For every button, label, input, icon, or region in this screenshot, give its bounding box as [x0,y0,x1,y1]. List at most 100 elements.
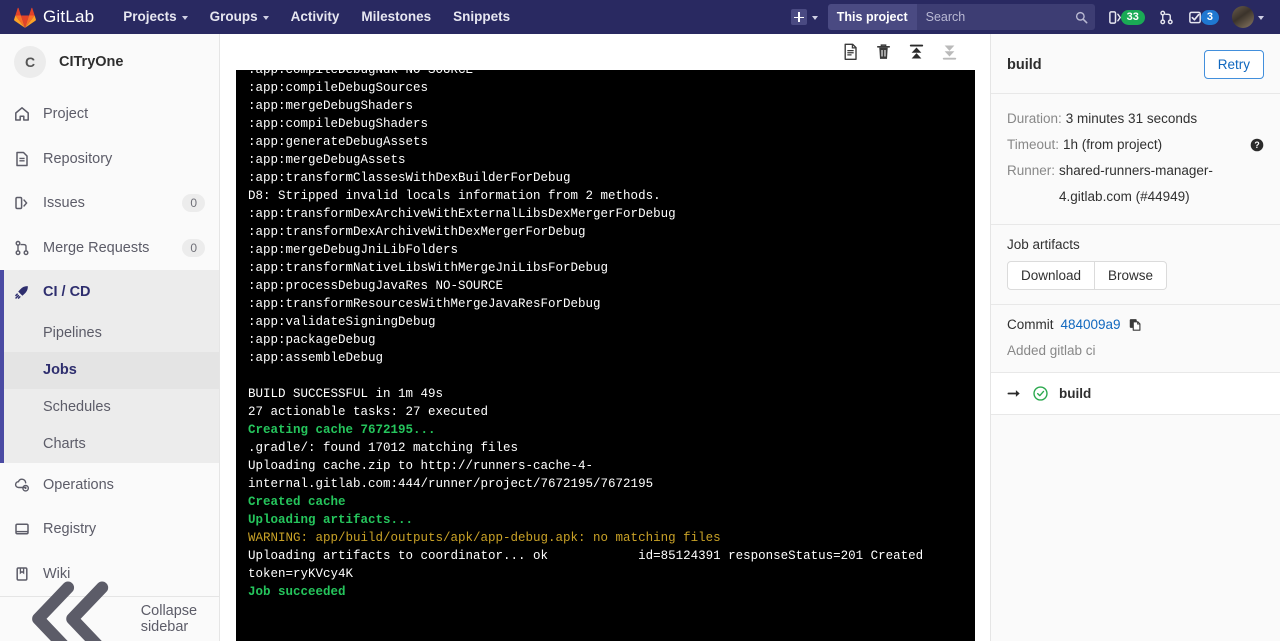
ci-cd-subnav: Pipelines Jobs Schedules Charts [0,314,219,463]
runner-label: Runner: [1007,163,1056,178]
duration-label: Duration: [1007,111,1062,126]
log-line: internal.gitlab.com:444/runner/project/7… [248,477,654,491]
job-list-item-name: build [1059,386,1092,401]
plus-icon [790,9,807,25]
top-navbar: GitLab Projects Groups Activity Mileston… [0,0,1280,34]
log-line: :app:transformResourcesWithMergeJavaResF… [248,297,601,311]
job-list-item[interactable]: build [991,373,1280,414]
gitlab-tanuki-logo [14,7,36,28]
log-line: .gradle/: found 17012 matching files [248,441,519,455]
svg-text:?: ? [1254,140,1259,150]
avatar [1232,6,1254,28]
chevron-down-icon [1258,16,1264,20]
log-line: WARNING: app/build/outputs/apk/app-debug… [248,531,721,545]
job-duration-row: Duration: 3 minutes 31 seconds [1007,106,1264,132]
sidebar-subitem-schedules[interactable]: Schedules [0,389,219,426]
trash-icon[interactable] [875,43,892,61]
gitlab-home-link[interactable]: GitLab [14,7,94,28]
collapse-sidebar-button[interactable]: Collapse sidebar [0,581,219,641]
search-scope-button[interactable]: This project [827,4,917,30]
log-line: 27 actionable tasks: 27 executed [248,405,489,419]
log-line: :app:compileDebugShaders [248,117,429,131]
sidebar-item-label: Operations [43,476,114,493]
scroll-to-bottom-icon[interactable] [941,43,958,61]
log-line: Uploading artifacts... [248,513,414,527]
navbar-right-actions: This project 33 [783,0,1272,34]
scroll-to-top-icon[interactable] [908,43,925,61]
nav-link-milestones[interactable]: Milestones [350,0,442,34]
job-commit-section: Commit 484009a9 Added gitlab ci [991,304,1280,372]
log-line: :app:transformNativeLibsWithMergeJniLibs… [248,261,609,275]
sidebar-item-label: Merge Requests [43,239,150,256]
user-menu-dropdown[interactable] [1226,0,1272,34]
sidebar-item-project[interactable]: Project [0,92,219,137]
nav-link-projects[interactable]: Projects [112,0,198,34]
sidebar-item-operations[interactable]: Operations [0,463,219,508]
log-line: D8: Stripped invalid locals information … [248,189,661,203]
new-item-dropdown[interactable] [783,0,826,34]
log-toolbar [220,34,990,70]
nav-link-snippets[interactable]: Snippets [442,0,521,34]
log-line: :app:transformDexArchiveWithExternalLibs… [248,207,676,221]
sidebar-subitem-charts[interactable]: Charts [0,426,219,463]
nav-link-activity[interactable]: Activity [280,0,351,34]
search-box[interactable] [916,4,1095,30]
project-name: CITryOne [59,54,124,70]
job-log-area: :app:compileDebugNdk NO-SOURCE :app:compi… [220,34,990,641]
log-line: Created cache [248,495,346,509]
sidebar-footer: Collapse sidebar [0,581,219,641]
primary-nav: Projects Groups Activity Milestones Snip… [112,0,521,34]
log-line: :app:mergeDebugShaders [248,99,414,113]
runner-value: shared-runners-manager-4.gitlab.com (#44… [1059,163,1213,204]
commit-message: Added gitlab ci [1007,343,1096,358]
log-line: :app:processDebugJavaRes NO-SOURCE [248,279,504,293]
issues-count-badge: 33 [1120,9,1145,25]
project-header[interactable]: C CITryOne [0,34,219,92]
sidebar-item-label: Project [43,106,89,123]
sidebar-item-repository[interactable]: Repository [0,137,219,182]
jobs-list-filler [991,414,1280,422]
search-input[interactable] [925,10,1075,24]
question-circle-icon[interactable]: ? [1250,138,1264,152]
retry-button[interactable]: Retry [1203,50,1264,79]
sidebar-item-registry[interactable]: Registry [0,507,219,552]
sidebar-subitem-jobs[interactable]: Jobs [0,351,219,389]
ci-cd-subnav-list: Pipelines Jobs Schedules Charts [0,314,219,463]
project-avatar: C [14,46,46,78]
nav-link-label: Snippets [453,9,511,24]
todos-counter[interactable]: 3 [1181,0,1226,34]
copy-icon[interactable] [1128,317,1142,332]
commit-sha-link[interactable]: 484009a9 [1061,317,1121,332]
home-icon [15,107,29,121]
log-line: Job succeeded [248,585,346,599]
browse-artifacts-button[interactable]: Browse [1095,261,1168,290]
nav-link-groups[interactable]: Groups [199,0,280,34]
sidebar-item-wiki[interactable]: Wiki [0,552,219,597]
timeout-value: 1h (from project) [1063,137,1163,152]
timeout-label: Timeout: [1007,137,1060,152]
sidebar-item-merge-requests[interactable]: Merge Requests 0 [0,226,219,271]
sidebar-subitem-label: Charts [43,436,86,452]
job-timeout-row: Timeout: 1h (from project) ? [1007,132,1264,158]
sidebar-item-count: 0 [182,194,205,213]
sidebar-subitem-pipelines[interactable]: Pipelines [0,315,219,352]
log-line: :app:compileDebugNdk NO-SOURCE [248,70,474,77]
download-artifacts-button[interactable]: Download [1007,261,1096,290]
log-line: :app:validateSigningDebug [248,315,436,329]
sidebar-item-issues[interactable]: Issues 0 [0,181,219,226]
rocket-icon [15,286,28,300]
job-log-output[interactable]: :app:compileDebugNdk NO-SOURCE :app:compi… [236,70,975,641]
sidebar-subitem-label: Jobs [43,362,77,378]
nav-link-label: Activity [290,9,340,24]
issues-icon [15,197,28,210]
raw-file-icon[interactable] [842,43,859,61]
merge-requests-link[interactable] [1152,0,1181,34]
sidebar-item-label: Registry [43,521,97,538]
pipeline-jobs-list: build [991,372,1280,414]
log-line: :app:mergeDebugAssets [248,153,406,167]
issues-counter[interactable]: 33 [1101,0,1152,34]
duration-value: 3 minutes 31 seconds [1065,111,1198,126]
log-line: Uploading cache.zip to http://runners-ca… [248,459,594,473]
sidebar-item-ci-cd[interactable]: CI / CD [0,270,219,315]
